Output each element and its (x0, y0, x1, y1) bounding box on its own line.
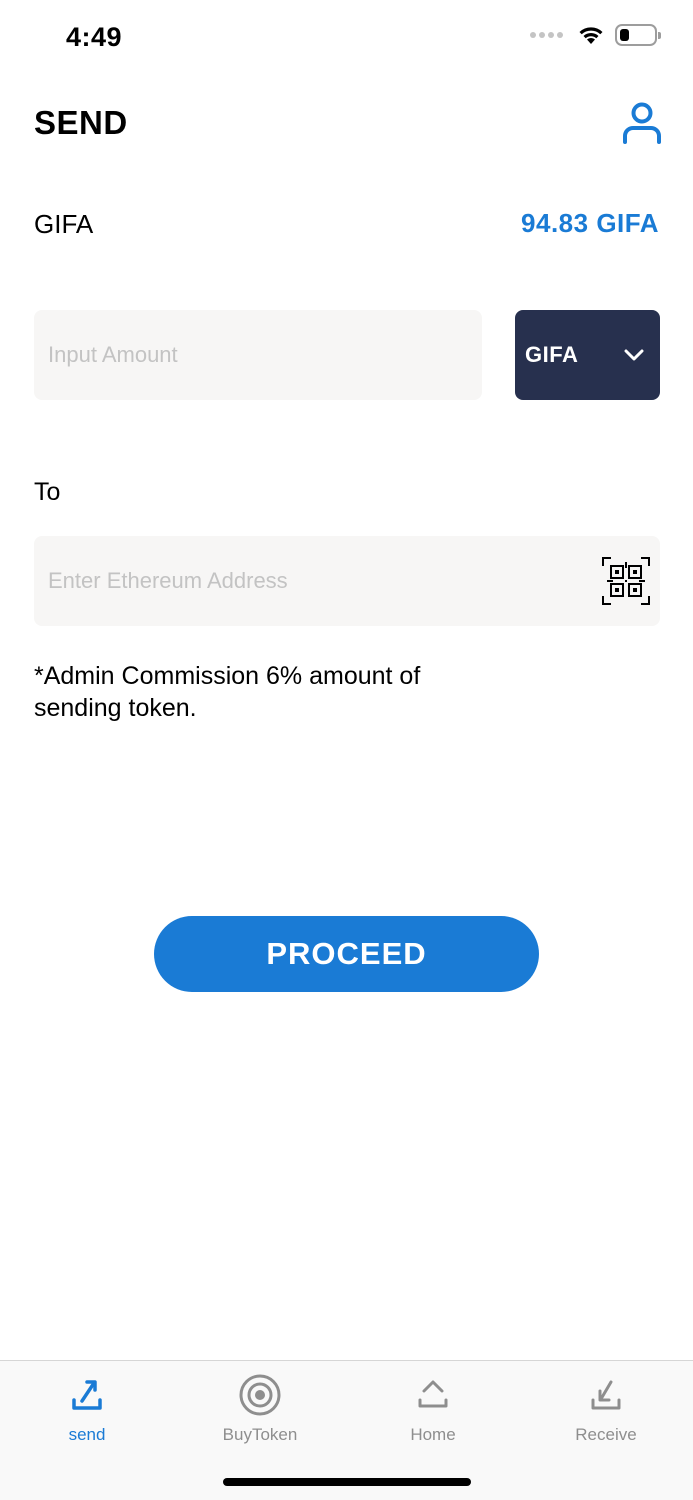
balance-value: 94.83 GIFA (521, 208, 659, 238)
chevron-down-icon (624, 349, 644, 361)
address-field (34, 536, 660, 626)
tab-receive[interactable]: Receive (536, 1373, 676, 1453)
qr-code-icon (602, 557, 650, 605)
tab-home-label: Home (410, 1425, 456, 1444)
token-select[interactable]: GIFA (515, 310, 660, 400)
battery-icon (615, 24, 661, 46)
tab-buytoken[interactable]: BuyToken (190, 1373, 330, 1453)
status-time: 4:49 (66, 22, 123, 52)
tab-send-label: send (68, 1425, 106, 1444)
tab-buytoken-label: BuyToken (222, 1425, 298, 1444)
cellular-signal-icon (530, 32, 563, 38)
qr-scan-button[interactable] (602, 557, 650, 605)
target-icon (239, 1374, 281, 1416)
status-icons (530, 24, 661, 46)
address-input[interactable] (34, 536, 594, 626)
page-title: SEND (34, 104, 128, 141)
user-icon (623, 102, 661, 144)
token-label: GIFA (34, 209, 94, 239)
tab-receive-label: Receive (575, 1425, 637, 1444)
send-screen: 4:49 SEND GIFA 94.83 GIFA GIFA To (0, 0, 693, 1500)
tab-send[interactable]: send (17, 1373, 157, 1453)
tab-home[interactable]: Home (363, 1373, 503, 1453)
wifi-icon (579, 27, 603, 44)
send-icon (72, 1380, 102, 1410)
amount-input[interactable] (34, 310, 482, 400)
proceed-button[interactable]: PROCEED (154, 916, 539, 992)
receive-icon (591, 1380, 621, 1410)
commission-note: *Admin Commission 6% amount of sending t… (34, 662, 421, 722)
profile-button[interactable] (621, 100, 663, 148)
home-icon (418, 1380, 448, 1408)
home-indicator (223, 1478, 471, 1486)
to-label: To (34, 478, 61, 506)
token-select-value: GIFA (525, 342, 579, 367)
